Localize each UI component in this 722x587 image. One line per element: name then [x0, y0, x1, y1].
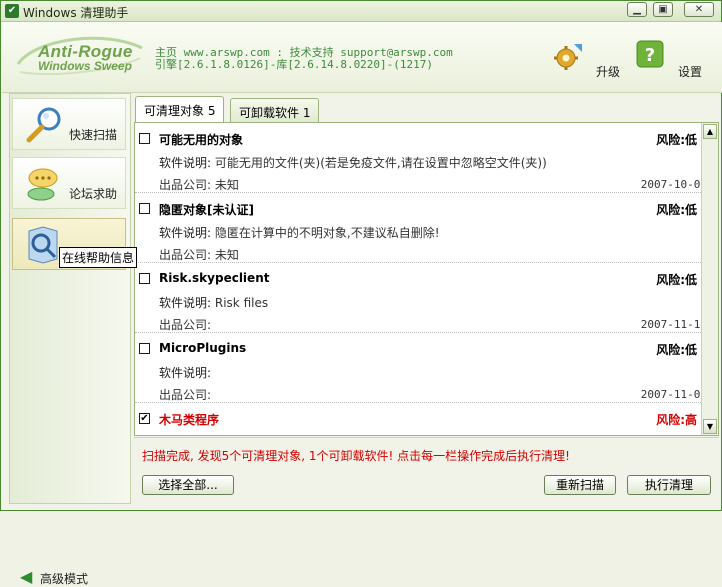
- gear-upgrade-icon: [554, 44, 582, 70]
- list-item[interactable]: 隐匿对象[未认证] 风险:低 软件说明: 隐匿在计算中的不明对象,不建议私自删除! 出…: [135, 193, 703, 263]
- item-checkbox[interactable]: [139, 343, 150, 354]
- list-item[interactable]: Risk.skypeclient 风险:低 软件说明: Risk files 出品公司…: [135, 263, 707, 333]
- status-message: 扫描完成, 发现5个可清理对象, 1个可卸载软件! 点击每一栏操作完成后执行清理…: [142, 449, 570, 463]
- item-title: 木马类程序: [159, 413, 220, 427]
- item-risk: 风险:低: [656, 133, 697, 147]
- engine-version: 引擎[2.6.1.8.0126]-库[2.6.14.8.0220]-(1217): [155, 58, 434, 71]
- vertical-scrollbar[interactable]: ▲ ▼: [701, 123, 718, 435]
- restore-icon: ▣: [658, 4, 668, 15]
- description-value: 可能无用的文件(夹)(若是免疫文件,请在设置中忽略空文件(夹)): [214, 156, 547, 170]
- item-description: 软件说明: 隐匿在计算中的不明对象,不建议私自删除!: [159, 224, 440, 241]
- list-item[interactable]: MicroPlugins 风险:低软件说明: 出品公司: 2007-11-01: [135, 333, 707, 403]
- help-question-icon: ?: [636, 40, 664, 68]
- item-title: Risk.skypeclient: [159, 271, 270, 285]
- app-icon: ✔: [5, 4, 19, 18]
- arrow-left-icon: ◀: [20, 567, 33, 586]
- tab-uninstallable[interactable]: 可卸载软件 1: [230, 98, 320, 122]
- clean-button[interactable]: 执行清理: [627, 475, 711, 495]
- tooltip: 在线帮助信息: [59, 247, 138, 268]
- upgrade-button[interactable]: [552, 40, 582, 72]
- list-item[interactable]: ✔木马类程序风险:高软件说明: 出品公司:: [135, 403, 703, 435]
- minimize-icon: ▁: [633, 4, 641, 15]
- item-company: 出品公司:: [159, 316, 211, 333]
- list-item[interactable]: 可能无用的对象 风险:低软件说明: 可能无用的文件(夹)(若是免疫文件,请在设置中…: [135, 123, 707, 193]
- item-date: 2007-11-01: [640, 388, 707, 401]
- item-date: 2007-11-14: [640, 318, 707, 331]
- upgrade-label[interactable]: 升级: [596, 63, 620, 80]
- description-label: 软件说明:: [159, 366, 212, 380]
- sidebar-item-label: 快速扫描: [68, 128, 117, 142]
- description-label: 软件说明:: [159, 296, 212, 310]
- item-date: 2007-10-08: [640, 178, 707, 191]
- settings-button[interactable]: ?: [636, 40, 666, 72]
- title-bar[interactable]: ✔ Windows 清理助手 ▁ ▣ ✕: [1, 1, 721, 22]
- description-value: Risk files: [214, 296, 269, 310]
- advanced-mode-label: 高级模式: [40, 572, 89, 586]
- svg-text:?: ?: [645, 45, 655, 66]
- description-label: 软件说明:: [159, 226, 212, 240]
- minimize-button[interactable]: ▁: [627, 2, 647, 17]
- close-icon: ✕: [694, 4, 704, 15]
- item-description: 软件说明:: [159, 364, 211, 381]
- item-title: 隐匿对象[未认证]: [159, 203, 254, 217]
- select-all-button[interactable]: 选择全部...: [142, 475, 234, 495]
- close-button[interactable]: ✕: [684, 2, 714, 17]
- arrow-down-icon: ▼: [706, 422, 714, 431]
- item-checkbox[interactable]: [139, 203, 150, 214]
- forum-help-button[interactable]: 论坛求助: [12, 157, 126, 209]
- magnifier-icon: [26, 107, 61, 143]
- item-checkbox[interactable]: ✔: [139, 413, 150, 424]
- item-risk: 风险:高: [656, 413, 697, 427]
- quick-scan-button[interactable]: 快速扫描: [12, 98, 126, 150]
- item-checkbox[interactable]: [139, 133, 150, 144]
- sidebar: 快速扫描 论坛求助 ◀ 高级模式: [9, 93, 131, 586]
- settings-label[interactable]: 设置: [678, 63, 702, 80]
- item-risk: 风险:低: [656, 343, 697, 357]
- divider: [134, 437, 719, 438]
- scan-results-list: 可能无用的对象 风险:低 软件说明: 可能无用的文件(夹)(若是免疫文件,请在设置中…: [134, 122, 719, 436]
- main-window: ✔ Windows 清理助手 ▁ ▣ ✕ Anti-Rogue Windows …: [0, 0, 722, 586]
- restore-button[interactable]: ▣: [653, 2, 673, 17]
- scroll-down-button[interactable]: ▼: [703, 419, 717, 434]
- chat-bubble-icon: [27, 168, 58, 201]
- arrow-up-icon: ▲: [706, 127, 714, 136]
- description-label: 软件说明:: [159, 156, 212, 170]
- item-company: 出品公司: 未知: [159, 176, 239, 193]
- company-label: 出品公司:: [159, 318, 212, 332]
- description-value: 隐匿在计算中的不明对象,不建议私自删除!: [214, 226, 440, 240]
- company-value: 未知: [214, 248, 239, 262]
- rescan-button[interactable]: 重新扫描: [544, 475, 616, 495]
- item-checkbox[interactable]: [139, 273, 150, 284]
- item-title: MicroPlugins: [159, 341, 247, 355]
- company-label: 出品公司:: [159, 388, 212, 402]
- company-label: 出品公司:: [159, 178, 212, 192]
- item-description: 软件说明:: [159, 434, 211, 435]
- tab-cleanable[interactable]: 可清理对象 5: [135, 96, 225, 122]
- item-description: 软件说明: Risk files: [159, 294, 268, 311]
- logo-subtitle: Windows Sweep: [38, 59, 132, 73]
- company-value: 未知: [214, 178, 239, 192]
- item-description: 软件说明: 可能无用的文件(夹)(若是免疫文件,请在设置中忽略空文件(夹)): [159, 154, 547, 171]
- item-title: 可能无用的对象: [159, 133, 244, 147]
- item-company: 出品公司: 未知: [159, 246, 239, 263]
- item-risk: 风险:低: [656, 273, 697, 287]
- header-banner: Anti-Rogue Windows Sweep 主页 www.arswp.co…: [2, 22, 722, 93]
- sidebar-item-label: 论坛求助: [68, 187, 117, 201]
- company-label: 出品公司:: [159, 248, 212, 262]
- advanced-mode-button[interactable]: ◀ 高级模式: [20, 569, 89, 587]
- item-company: 出品公司:: [159, 386, 211, 403]
- window-title: Windows 清理助手: [23, 6, 129, 20]
- scroll-up-button[interactable]: ▲: [703, 124, 717, 139]
- item-risk: 风险:低: [656, 203, 697, 217]
